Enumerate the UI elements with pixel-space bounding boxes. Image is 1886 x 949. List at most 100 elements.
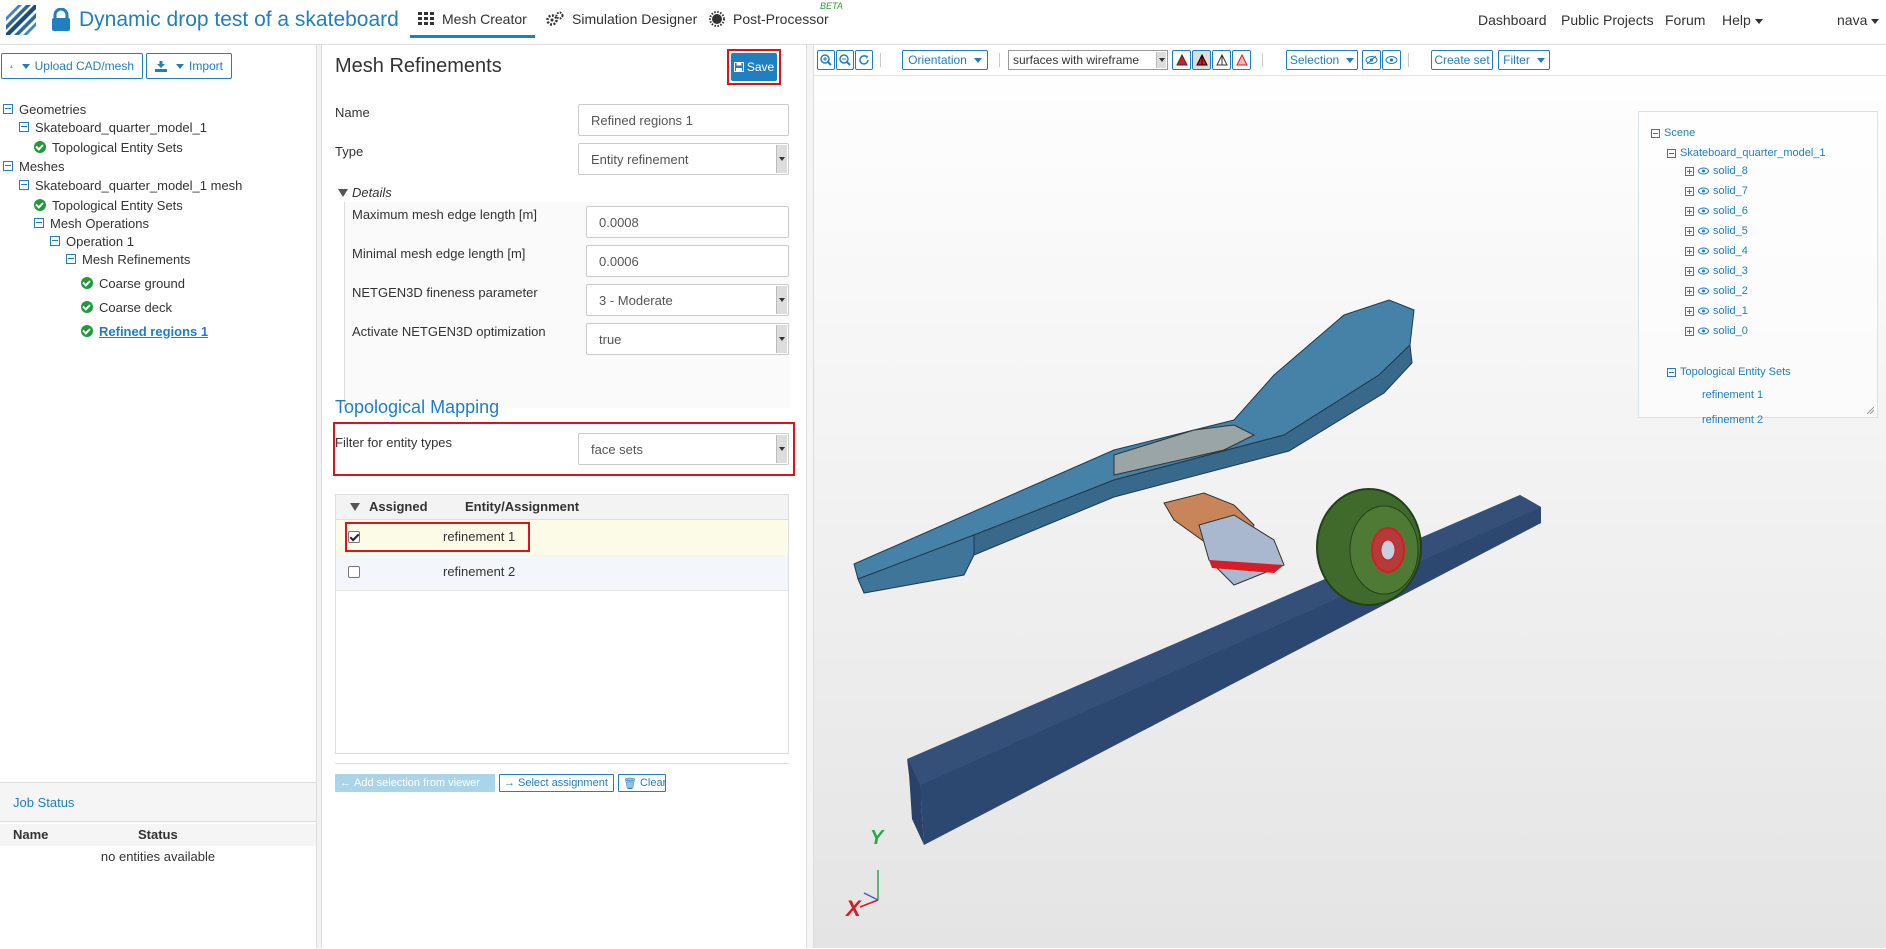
eye-icon[interactable] — [1698, 327, 1709, 335]
scene-root[interactable]: Scene — [1651, 127, 1695, 139]
tree-node-mesh-model[interactable]: Skateboard_quarter_model_1 mesh — [19, 176, 242, 194]
expand-icon[interactable] — [1685, 246, 1694, 256]
collapse-icon[interactable] — [1667, 367, 1676, 377]
collapse-icon[interactable] — [1651, 128, 1660, 138]
tree-node-mesh-sets[interactable]: Topological Entity Sets — [34, 196, 183, 214]
optimization-select[interactable]: true — [586, 323, 789, 355]
import-button[interactable]: Import — [146, 53, 232, 79]
scene-solid-item[interactable]: solid_2 — [1685, 285, 1748, 297]
expand-icon[interactable] — [1685, 306, 1694, 316]
scene-set-item[interactable]: refinement 2 — [1702, 414, 1763, 426]
zoom-out-button[interactable] — [836, 50, 854, 70]
scene-solid-item[interactable]: solid_6 — [1685, 205, 1748, 217]
scene-solid-item[interactable]: solid_1 — [1685, 305, 1748, 317]
filter-dropdown[interactable]: Filter — [1498, 50, 1550, 70]
simscale-logo[interactable] — [4, 3, 38, 37]
transparent-button[interactable] — [1232, 50, 1251, 70]
expand-icon[interactable] — [1685, 226, 1694, 236]
add-selection-button[interactable]: ← Add selection from viewer — [335, 774, 495, 792]
tab-post-processor[interactable]: Post-Processor — [709, 11, 829, 27]
nav-dashboard[interactable]: Dashboard — [1478, 12, 1547, 28]
scene-model[interactable]: Skateboard_quarter_model_1 — [1667, 147, 1826, 159]
tab-mesh-creator[interactable]: Mesh Creator — [410, 11, 535, 38]
upload-cad-button[interactable]: Upload CAD/mesh — [1, 53, 143, 79]
expand-icon[interactable] — [1685, 186, 1694, 196]
create-set-button[interactable]: Create set — [1431, 50, 1493, 70]
orientation-dropdown[interactable]: Orientation — [902, 50, 988, 70]
tree-node-refined-regions[interactable]: Refined regions 1 — [81, 322, 208, 340]
wireframe-button[interactable] — [1212, 50, 1231, 70]
collapse-icon[interactable] — [50, 236, 60, 246]
tree-node-geometries[interactable]: Geometries — [3, 100, 86, 118]
collapse-icon[interactable] — [3, 104, 13, 114]
eye-icon[interactable] — [1698, 307, 1709, 315]
sort-icon[interactable] — [350, 503, 360, 511]
type-select[interactable]: Entity refinement — [578, 143, 789, 175]
eye-icon[interactable] — [1698, 267, 1709, 275]
eye-icon[interactable] — [1698, 287, 1709, 295]
scene-set-item[interactable]: refinement 1 — [1702, 389, 1763, 401]
eye-icon[interactable] — [1698, 247, 1709, 255]
scene-solid-item[interactable]: solid_7 — [1685, 185, 1748, 197]
table-row[interactable]: refinement 1 — [336, 520, 788, 556]
table-row[interactable]: refinement 2 — [336, 555, 788, 591]
expand-icon[interactable] — [1685, 206, 1694, 216]
tree-node-refinements[interactable]: Mesh Refinements — [66, 250, 190, 268]
expand-icon[interactable] — [1685, 286, 1694, 296]
clear-button[interactable]: 🗑 Clear — [618, 774, 666, 792]
tree-label-selected[interactable]: Refined regions 1 — [99, 324, 208, 339]
tree-node-meshes[interactable]: Meshes — [3, 157, 65, 175]
tree-node-operation[interactable]: Operation 1 — [50, 232, 134, 250]
tree-node-coarse-ground[interactable]: Coarse ground — [81, 274, 185, 292]
name-field[interactable]: Refined regions 1 — [578, 104, 789, 136]
eye-icon[interactable] — [1698, 227, 1709, 235]
zoom-in-button[interactable] — [817, 50, 835, 70]
collapse-icon[interactable] — [19, 122, 29, 132]
collapse-icon[interactable] — [19, 180, 29, 190]
scene-solid-item[interactable]: solid_3 — [1685, 265, 1748, 277]
filter-select[interactable]: face sets — [578, 433, 789, 465]
eye-icon[interactable] — [1698, 207, 1709, 215]
scene-sets[interactable]: Topological Entity Sets — [1667, 366, 1791, 378]
scene-solid-item[interactable]: solid_5 — [1685, 225, 1748, 237]
nav-public-projects[interactable]: Public Projects — [1561, 12, 1654, 28]
fineness-select[interactable]: 3 - Moderate — [586, 284, 789, 316]
3d-viewer[interactable]: Y X Orientation surfaces with wireframe … — [814, 45, 1886, 948]
col-assigned[interactable]: Assigned — [369, 499, 428, 514]
resize-grip-icon[interactable] — [1867, 407, 1874, 414]
expand-icon[interactable] — [1685, 326, 1694, 336]
min-edge-field[interactable]: 0.0006 — [586, 245, 789, 277]
surface-wire-button[interactable] — [1192, 50, 1211, 70]
max-edge-field[interactable]: 0.0008 — [586, 206, 789, 238]
collapse-icon[interactable] — [34, 218, 44, 228]
assign-checkbox[interactable] — [348, 531, 360, 543]
collapse-icon[interactable] — [3, 161, 13, 171]
collapse-icon[interactable] — [66, 254, 76, 264]
save-button[interactable]: Save — [731, 53, 777, 81]
tree-node-coarse-deck[interactable]: Coarse deck — [81, 298, 172, 316]
tree-node-geometry-sets[interactable]: Topological Entity Sets — [34, 138, 183, 156]
col-entity[interactable]: Entity/Assignment — [465, 499, 579, 514]
tree-node-geometry-model[interactable]: Skateboard_quarter_model_1 — [19, 118, 207, 136]
scene-solid-item[interactable]: solid_4 — [1685, 245, 1748, 257]
show-all-button[interactable] — [1382, 50, 1401, 70]
scene-solid-item[interactable]: solid_8 — [1685, 165, 1748, 177]
scene-solid-item[interactable]: solid_0 — [1685, 325, 1748, 337]
panel-resize-handle[interactable] — [806, 45, 814, 948]
details-toggle[interactable]: Details — [338, 185, 392, 200]
surface-mode-button[interactable] — [1172, 50, 1191, 70]
expand-icon[interactable] — [1685, 166, 1694, 176]
tree-node-mesh-operations[interactable]: Mesh Operations — [34, 214, 149, 232]
expand-icon[interactable] — [1685, 266, 1694, 276]
selection-dropdown[interactable]: Selection — [1286, 50, 1358, 70]
nav-forum[interactable]: Forum — [1665, 12, 1705, 28]
nav-user-menu[interactable]: nava — [1837, 12, 1880, 28]
tab-simulation-designer[interactable]: Simulation Designer — [546, 11, 697, 27]
collapse-icon[interactable] — [1667, 148, 1676, 158]
nav-help[interactable]: Help — [1722, 12, 1763, 28]
hide-selection-button[interactable] — [1362, 50, 1381, 70]
eye-icon[interactable] — [1698, 167, 1709, 175]
select-assignment-button[interactable]: → Select assignment — [499, 774, 614, 792]
render-mode-select[interactable]: surfaces with wireframe — [1008, 50, 1168, 70]
assign-checkbox[interactable] — [348, 566, 360, 578]
